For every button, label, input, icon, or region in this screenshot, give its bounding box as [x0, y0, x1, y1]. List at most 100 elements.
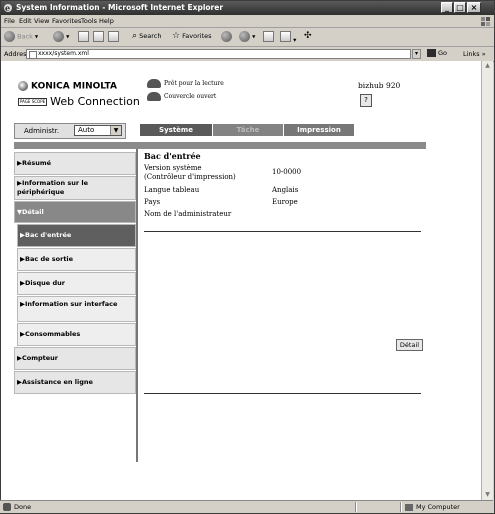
mail-icon [239, 31, 250, 42]
sidebar-divider [136, 149, 138, 462]
refresh-icon[interactable] [93, 31, 104, 42]
content-divider-bottom [144, 393, 421, 394]
back-button[interactable]: Back ▾ [4, 31, 38, 42]
tab-systeme[interactable]: Système [140, 124, 212, 136]
edit-icon [280, 31, 291, 42]
address-input[interactable]: xxxx/system.xml [26, 49, 411, 59]
search-icon: ⌕ [132, 31, 138, 41]
back-label: Back [17, 32, 33, 41]
messenger-icon[interactable]: ✣ [304, 31, 312, 41]
scroll-down-icon[interactable]: ▼ [482, 490, 493, 500]
product-name: Web Connection [50, 95, 140, 108]
menu-file[interactable]: File [4, 17, 15, 25]
row-label-langue: Langue tableau [144, 186, 200, 194]
zone-indicator: My Computer [405, 503, 460, 511]
search-button[interactable]: ⌕ Search [132, 31, 161, 41]
close-button[interactable]: × [467, 2, 481, 13]
konica-minolta-logo: KONICA MINOLTA [18, 81, 117, 92]
status-ready: Prêt pour la lecture [147, 79, 224, 88]
mode-select[interactable]: Auto ▼ [74, 125, 122, 136]
menu-bar: File Edit View Favorites Tools Help [1, 16, 494, 28]
mode-label: Administr. [24, 127, 60, 135]
window-title: System Information - Microsoft Internet … [16, 3, 224, 12]
menu-favorites[interactable]: Favorites [52, 17, 81, 25]
minimize-button[interactable]: _ [441, 2, 453, 13]
status-text: Done [14, 503, 32, 511]
favorites-button[interactable]: ☆ Favorites [172, 31, 212, 41]
status-cover: Couvercle ouvert [147, 92, 216, 101]
header-divider [14, 142, 426, 149]
history-icon [221, 31, 232, 42]
address-bar: Address xxxx/system.xml ▾ Go Links » [1, 47, 494, 62]
mode-selected-value: Auto [78, 126, 95, 134]
star-icon: ☆ [172, 31, 181, 41]
page-icon [29, 51, 37, 59]
status-cover-text: Couvercle ouvert [164, 93, 217, 100]
page-title: Bac d'entrée [144, 151, 201, 161]
menu-help[interactable]: Help [99, 17, 114, 25]
address-url: xxxx/system.xml [38, 50, 89, 57]
row-label-admin: Nom de l'administrateur [144, 210, 232, 218]
computer-icon [405, 503, 413, 511]
go-label: Go [438, 49, 448, 57]
page-done-icon [3, 503, 11, 511]
windows-flag-icon [481, 17, 490, 26]
cover-warning-icon [147, 92, 161, 101]
vertical-scrollbar[interactable]: ▲ ▼ [481, 61, 493, 500]
forward-button[interactable]: ▾ [53, 31, 69, 42]
help-icon[interactable]: ? [360, 94, 372, 107]
page-viewport: KONICA MINOLTA PAGE SCOPE Web Connection … [1, 61, 481, 500]
globe-logo-icon [18, 81, 28, 91]
ie-logo-icon: e [4, 3, 12, 13]
brand-text: KONICA MINOLTA [31, 81, 117, 92]
status-bar: Done My Computer [0, 500, 493, 513]
links-label: Links [463, 50, 480, 58]
scroll-up-icon[interactable]: ▲ [482, 61, 493, 71]
sidebar-item-consommables[interactable]: ▶Consommables [17, 323, 136, 346]
sidebar-item-compteur[interactable]: ▶Compteur [14, 347, 136, 370]
sidebar-item-information-peripherique[interactable]: ▶Information sur le périphérique [14, 176, 136, 200]
menu-tools[interactable]: Tools [81, 17, 97, 25]
edit-button[interactable]: ▾ [280, 31, 296, 44]
row-label-version-sub: (Contrôleur d'impression) [144, 173, 236, 181]
status-separator [400, 502, 402, 512]
tab-impression[interactable]: Impression [284, 124, 354, 136]
model-name: bizhub 920 [358, 81, 401, 90]
chevron-down-icon: ▼ [110, 126, 121, 135]
sidebar-item-information-interface[interactable]: ▶Information sur interface [17, 296, 136, 322]
go-button[interactable]: Go [427, 49, 447, 57]
mail-button[interactable]: ▾ [239, 31, 255, 42]
pagescope-logo: PAGE SCOPE Web Connection [18, 95, 140, 108]
sidebar-item-assistance[interactable]: ▶Assistance en ligne [14, 371, 136, 394]
go-arrow-icon [427, 49, 436, 57]
history-button[interactable] [221, 31, 232, 42]
menu-view[interactable]: View [34, 17, 49, 25]
menu-edit[interactable]: Edit [19, 17, 32, 25]
tab-bar: Système Tâche Impression [140, 124, 423, 136]
sidebar-item-bac-entree[interactable]: ▶Bac d'entrée [17, 224, 136, 247]
search-label: Search [139, 32, 162, 40]
links-button[interactable]: Links » [463, 50, 486, 58]
mode-box: Administr. Auto ▼ [14, 123, 126, 139]
stop-icon[interactable] [78, 31, 89, 42]
status-separator [355, 502, 357, 512]
maximize-button[interactable]: □ [454, 2, 466, 13]
detail-button[interactable]: Détail [396, 339, 423, 351]
favorites-label: Favorites [182, 32, 212, 40]
sidebar-item-disque-dur[interactable]: ▶Disque dur [17, 272, 136, 295]
sidebar-item-resume[interactable]: ▶Résumé [14, 152, 136, 175]
print-icon[interactable] [263, 31, 274, 42]
forward-arrow-icon [53, 31, 64, 42]
sidebar-item-bac-sortie[interactable]: ▶Bac de sortie [17, 248, 136, 271]
pagescope-mark: PAGE SCOPE [18, 98, 48, 106]
sidebar-item-detail[interactable]: ▼Détail [14, 201, 136, 223]
home-icon[interactable] [108, 31, 119, 42]
row-value-langue: Anglais [272, 186, 299, 194]
address-dropdown-icon[interactable]: ▾ [412, 49, 421, 59]
printer-status-icon [147, 79, 161, 88]
row-label-pays: Pays [144, 198, 161, 206]
back-arrow-icon [4, 31, 15, 42]
row-label-version: Version système [144, 164, 202, 172]
tab-tache[interactable]: Tâche [213, 124, 283, 136]
row-value-pays: Europe [272, 198, 298, 206]
